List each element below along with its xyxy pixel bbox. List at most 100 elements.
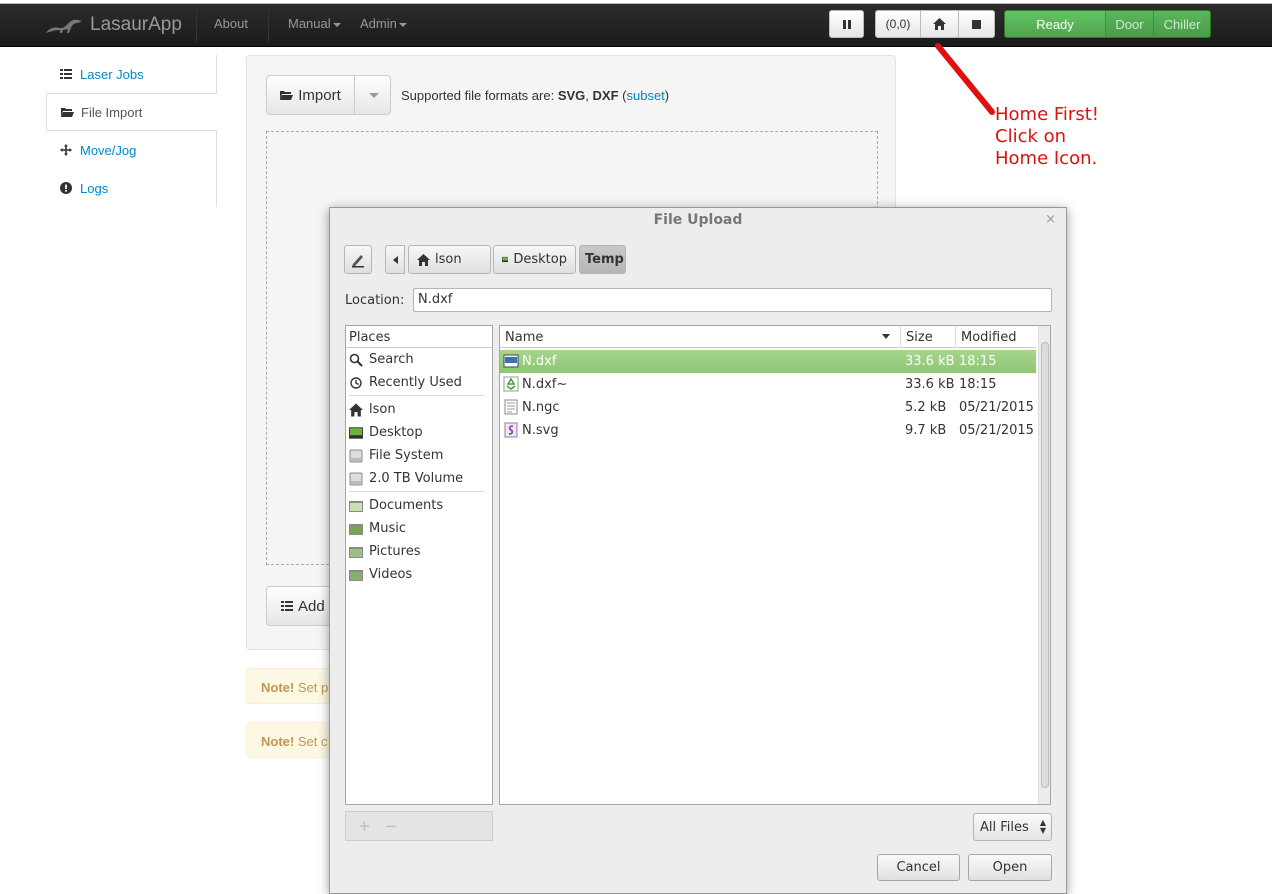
sidebar-item-file-import[interactable]: File Import [46, 93, 218, 131]
nav-manual[interactable]: Manual [288, 16, 341, 31]
sidebar: Laser Jobs File Import Move/Jog Logs [46, 55, 218, 207]
type-location-button[interactable] [344, 245, 372, 274]
column-divider [900, 326, 901, 348]
stop-icon [972, 19, 981, 29]
breadcrumb-temp[interactable]: Temp [579, 245, 626, 274]
note-text: Set p [297, 680, 329, 695]
list-icon [281, 601, 293, 611]
breadcrumb-lson[interactable]: lson [408, 245, 491, 274]
place-file-system[interactable]: File System [346, 444, 492, 467]
close-icon[interactable]: × [1045, 212, 1056, 227]
place-lson[interactable]: lson [346, 398, 492, 421]
places-divider [349, 395, 484, 396]
place-2tb-volume[interactable]: 2.0 TB Volume [346, 467, 492, 490]
recent-icon [350, 376, 362, 389]
pause-button[interactable] [829, 10, 864, 38]
file-type-filter[interactable]: All Files ▲ ▼ [973, 813, 1052, 841]
file-name: N.svg [522, 423, 559, 438]
place-label: Pictures [369, 544, 421, 559]
folder-pictures-icon [349, 546, 363, 558]
drive-icon [349, 449, 363, 462]
location-input[interactable]: N.dxf [413, 288, 1052, 312]
caret-down-icon [398, 22, 407, 27]
caret-down-icon [332, 22, 341, 27]
place-music[interactable]: Music [346, 517, 492, 540]
scrollbar-thumb[interactable] [1041, 342, 1049, 788]
breadcrumb-label: lson [435, 252, 462, 267]
file-modified: 05/21/2015 [959, 423, 1034, 438]
breadcrumb-label: Desktop [513, 252, 567, 267]
file-row[interactable]: N.ngc 5.2 kB 05/21/2015 [500, 396, 1036, 419]
desktop-icon [502, 256, 509, 263]
pencil-icon [352, 254, 364, 267]
cancel-button[interactable]: Cancel [877, 854, 960, 881]
import-button[interactable]: Import [267, 76, 355, 114]
dinosaur-logo-icon [46, 19, 82, 33]
file-size: 5.2 kB [905, 400, 947, 415]
sidebar-item-logs[interactable]: Logs [46, 169, 217, 207]
home-icon [417, 253, 430, 266]
subset-link[interactable]: subset [626, 88, 664, 103]
column-modified[interactable]: Modified [961, 330, 1016, 345]
folder-icon [349, 500, 363, 512]
place-recently-used[interactable]: Recently Used [346, 371, 492, 394]
note-bold: Note! [261, 734, 295, 749]
add-place-button[interactable]: + [358, 817, 371, 835]
file-row[interactable]: N.dxf 33.6 kB 18:15 [500, 350, 1036, 373]
pause-icon [842, 19, 851, 29]
open-button[interactable]: Open [968, 854, 1052, 881]
place-videos[interactable]: Videos [346, 563, 492, 586]
place-documents[interactable]: Documents [346, 494, 492, 517]
file-modified: 18:15 [959, 377, 997, 392]
sidebar-item-move-jog[interactable]: Move/Jog [46, 131, 217, 169]
breadcrumb-label: Temp [585, 252, 624, 267]
path-back-button[interactable] [385, 245, 405, 274]
stop-button[interactable] [958, 10, 995, 38]
nav-admin[interactable]: Admin [360, 16, 407, 31]
file-list: Name Size Modified N.dxf 33.6 kB 18:15 N… [499, 325, 1051, 805]
backup-file-icon [503, 376, 519, 392]
place-label: lson [369, 402, 396, 417]
place-search[interactable]: Search [346, 348, 492, 371]
file-size: 33.6 kB [905, 377, 955, 392]
import-dropdown-toggle[interactable] [355, 76, 390, 114]
place-pictures[interactable]: Pictures [346, 540, 492, 563]
remove-place-button[interactable]: − [385, 817, 398, 835]
place-label: Recently Used [369, 375, 462, 390]
column-name[interactable]: Name [505, 330, 543, 345]
nav-divider [268, 8, 269, 43]
file-modified: 18:15 [959, 354, 997, 369]
place-desktop[interactable]: Desktop [346, 421, 492, 444]
places-panel: Places Search Recently Used lson Desktop… [345, 325, 493, 805]
text-file-icon [504, 399, 518, 415]
column-size[interactable]: Size [906, 330, 933, 345]
brand[interactable]: LasaurApp [44, 12, 182, 38]
folder-open-icon [61, 106, 74, 118]
drive-icon [349, 472, 363, 485]
file-modified: 05/21/2015 [959, 400, 1034, 415]
place-label: File System [369, 448, 444, 463]
add-button[interactable]: Add [266, 586, 336, 626]
file-list-header: Name Size Modified [500, 326, 1036, 348]
position-button[interactable]: (0,0) [875, 10, 921, 38]
annotation-line: Home Icon. [995, 148, 1098, 169]
nav-admin-label: Admin [360, 16, 397, 31]
desktop-icon [349, 426, 363, 439]
home-button[interactable] [920, 10, 959, 38]
places-divider [349, 491, 484, 492]
file-upload-dialog: File Upload × lson Desktop Temp Location… [329, 207, 1067, 894]
breadcrumb-desktop[interactable]: Desktop [493, 245, 576, 274]
status-door: Door [1105, 11, 1153, 37]
file-size: 33.6 kB [905, 354, 955, 369]
spinner-arrows-icon: ▲ ▼ [1039, 818, 1046, 835]
file-list-scrollbar[interactable] [1038, 326, 1050, 804]
sidebar-item-label: Move/Jog [80, 142, 137, 158]
annotation-note: Home First! Click on Home Icon. [995, 104, 1099, 170]
status-chiller: Chiller [1153, 11, 1210, 37]
file-row[interactable]: N.svg 9.7 kB 05/21/2015 [500, 419, 1036, 442]
supported-formats-text: Supported file formats are: SVG, DXF (su… [401, 88, 670, 103]
caret-down-icon [368, 92, 379, 98]
nav-about[interactable]: About [214, 16, 248, 31]
sidebar-item-laser-jobs[interactable]: Laser Jobs [46, 55, 217, 93]
file-row[interactable]: N.dxf~ 33.6 kB 18:15 [500, 373, 1036, 396]
